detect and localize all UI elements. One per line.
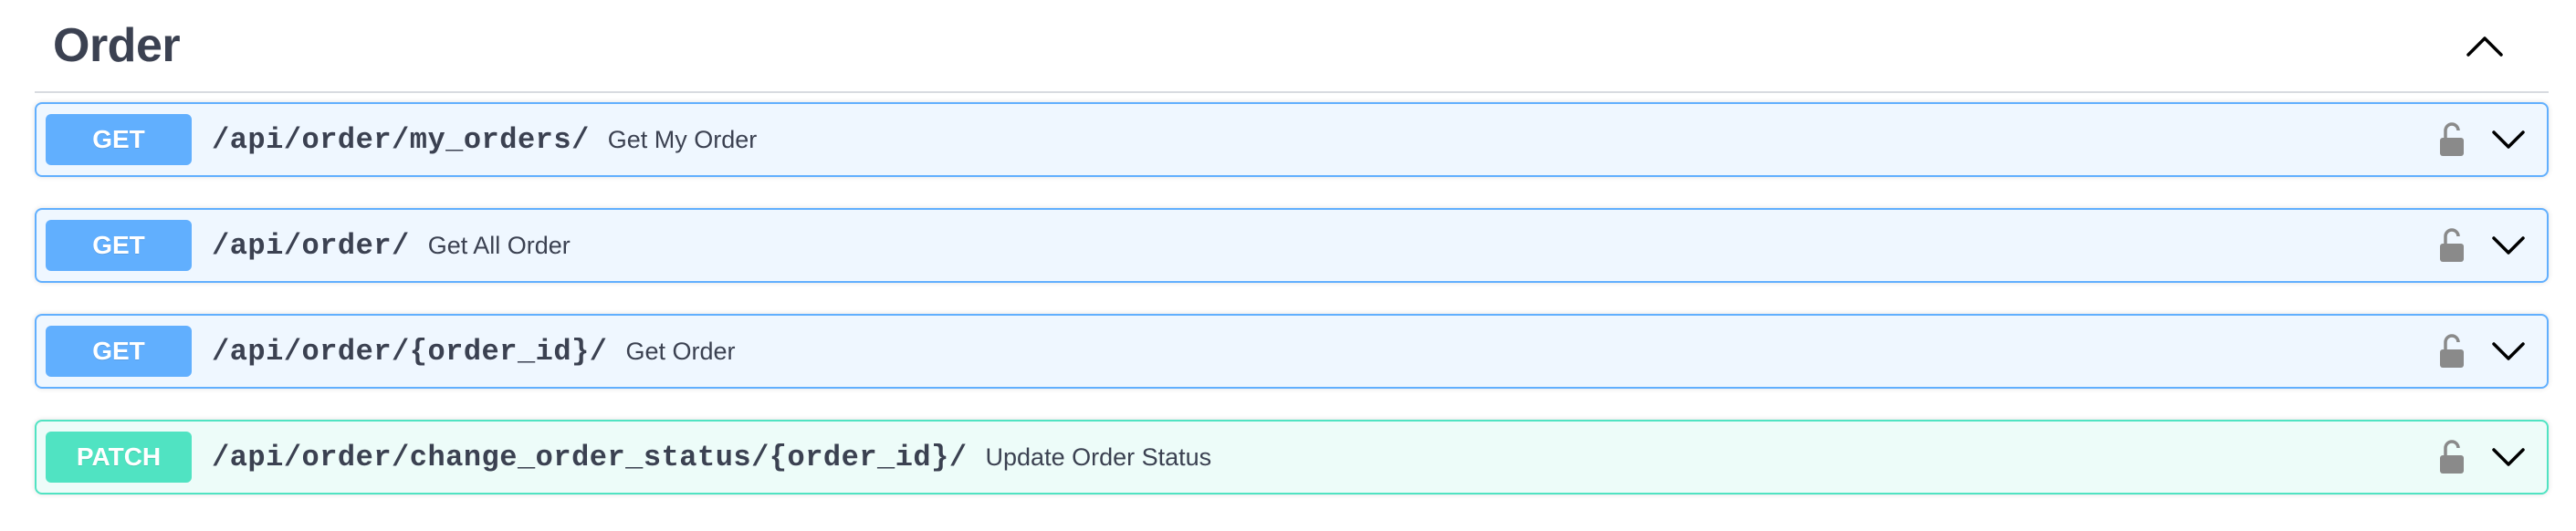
authorize-button[interactable] (2434, 330, 2470, 372)
authorize-button[interactable] (2434, 224, 2470, 266)
chevron-up-icon (2466, 36, 2503, 57)
chevron-down-icon (2492, 236, 2525, 255)
operation-summary: Get Order (625, 337, 736, 365)
operation-path: /api/order/ (212, 228, 410, 263)
operation-get-all-order[interactable]: GET /api/order/ Get All Order (35, 208, 2549, 283)
unlocked-padlock-icon (2440, 440, 2464, 474)
expand-operation-button[interactable] (2488, 225, 2529, 266)
method-badge: GET (46, 326, 192, 377)
chevron-down-icon (2492, 342, 2525, 360)
operation-icons (2434, 316, 2529, 387)
method-badge: GET (46, 114, 192, 165)
operation-get-my-orders[interactable]: GET /api/order/my_orders/ Get My Order (35, 102, 2549, 177)
method-badge: PATCH (46, 432, 192, 483)
unlocked-padlock-icon (2440, 228, 2464, 262)
authorize-button[interactable] (2434, 119, 2470, 161)
operation-summary: Update Order Status (985, 442, 1212, 471)
operation-summary: Get My Order (607, 125, 758, 153)
expand-operation-button[interactable] (2488, 120, 2529, 160)
method-badge: GET (46, 220, 192, 271)
chevron-down-icon (2492, 130, 2525, 149)
operation-summary: Get All Order (427, 231, 571, 259)
operation-path: /api/order/my_orders/ (212, 122, 590, 157)
section-title: Order (53, 19, 181, 72)
operation-get-order[interactable]: GET /api/order/{order_id}/ Get Order (35, 314, 2549, 389)
authorize-button[interactable] (2434, 436, 2470, 478)
expand-operation-button[interactable] (2488, 437, 2529, 477)
collapse-section-button[interactable] (2463, 24, 2507, 68)
chevron-down-icon (2492, 448, 2525, 466)
operation-path: /api/order/change_order_status/{order_id… (212, 440, 968, 474)
operation-patch-update-order-status[interactable]: PATCH /api/order/change_order_status/{or… (35, 420, 2549, 495)
order-section: Order GET /api/order/my_orders/ Get My O… (35, 0, 2549, 495)
unlocked-padlock-icon (2440, 122, 2464, 156)
operation-icons (2434, 104, 2529, 175)
operation-icons (2434, 210, 2529, 281)
operation-icons (2434, 422, 2529, 493)
section-header[interactable]: Order (35, 0, 2549, 93)
operations-list: GET /api/order/my_orders/ Get My Order G… (35, 102, 2549, 526)
operation-path: /api/order/{order_id}/ (212, 334, 608, 369)
expand-operation-button[interactable] (2488, 331, 2529, 371)
unlocked-padlock-icon (2440, 334, 2464, 368)
